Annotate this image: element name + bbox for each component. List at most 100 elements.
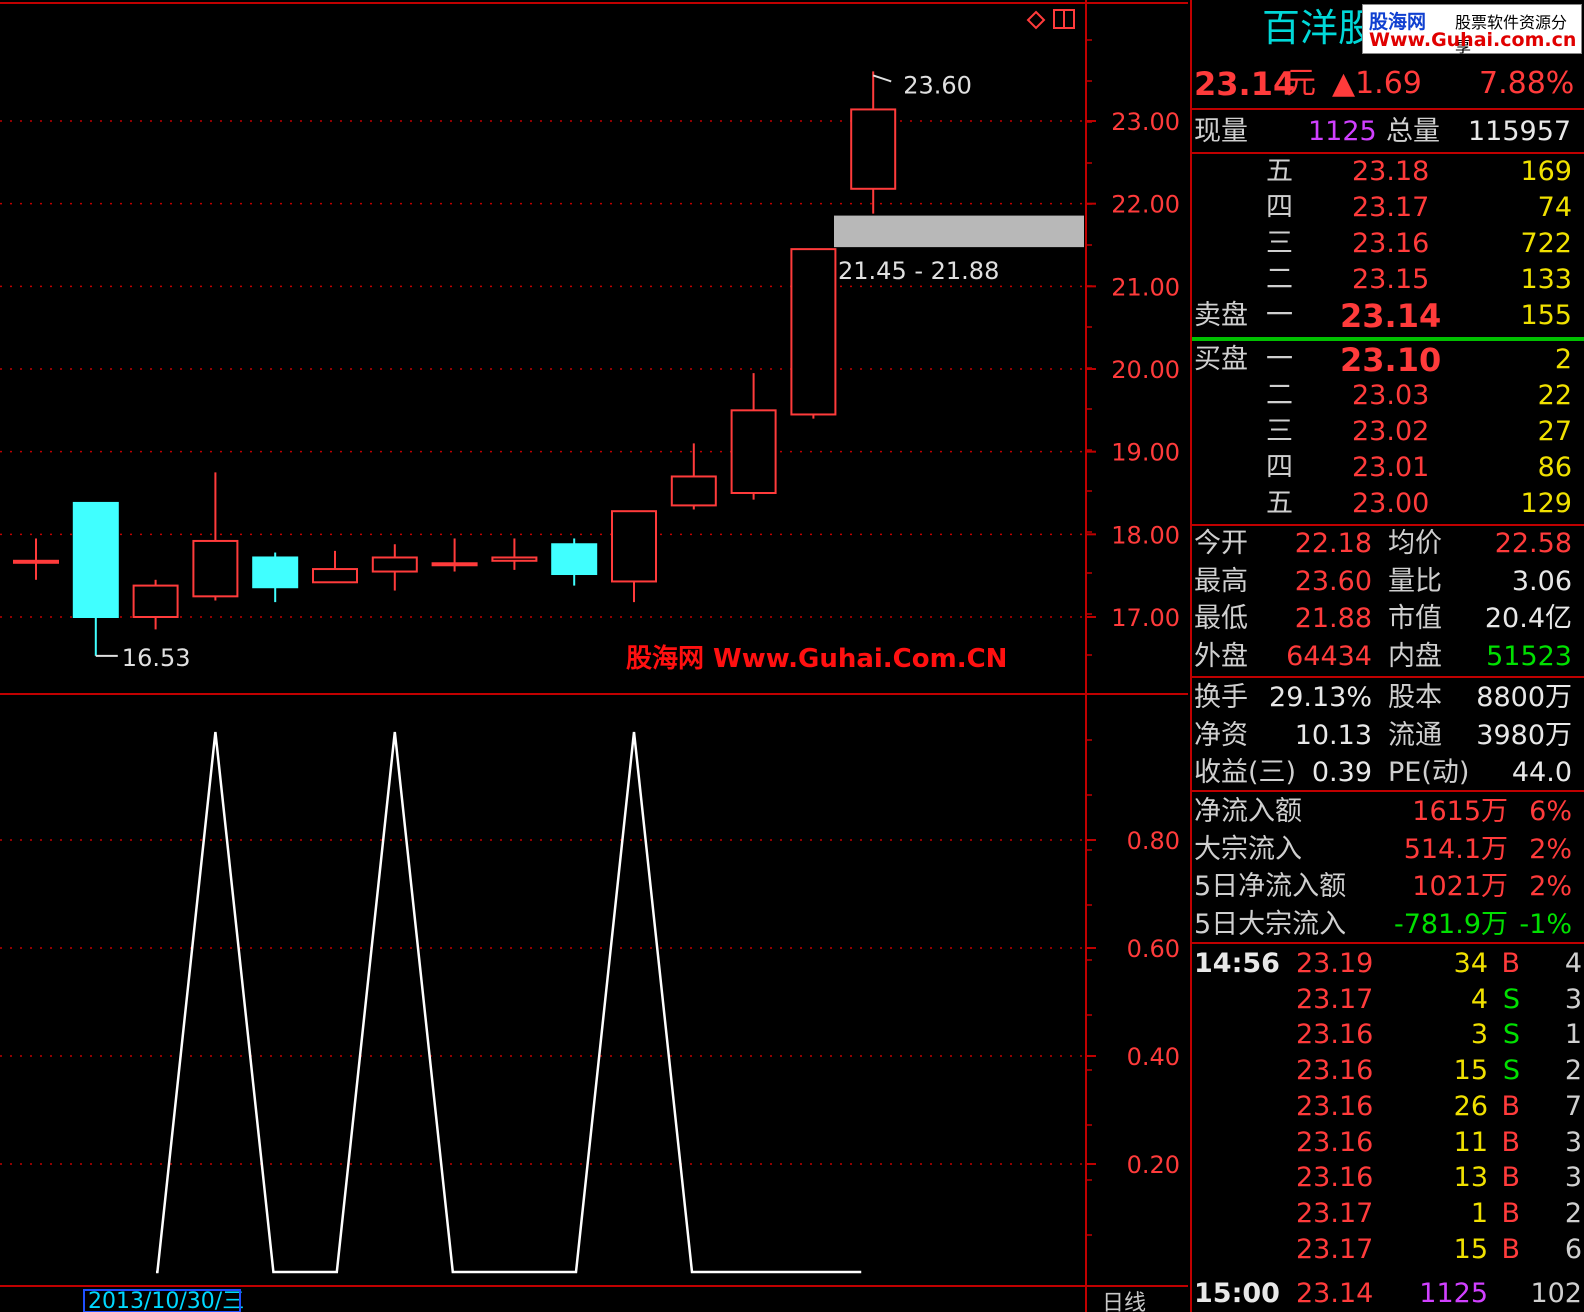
tick-row[interactable]: 23.16 3 S 1	[1192, 1017, 1584, 1053]
tick-side: S	[1502, 1055, 1520, 1087]
ask-price: 23.17	[1352, 192, 1430, 223]
stat-row: 最高 23.60 量比 3.06	[1192, 564, 1584, 600]
tick-row[interactable]: 23.17 1 B 2	[1192, 1196, 1584, 1232]
bid-price: 23.01	[1352, 452, 1430, 483]
candle-body[interactable]	[850, 108, 897, 190]
stat-label: 最高	[1194, 565, 1248, 597]
tick-row[interactable]: 23.16 11 B 3	[1192, 1125, 1584, 1161]
tick-row[interactable]: 14:56 23.19 34 B 4	[1192, 946, 1584, 982]
buy-label: 买盘	[1194, 344, 1248, 375]
tick-row[interactable]: 15:00 23.14 1125 102	[1192, 1276, 1584, 1312]
now-volume-label: 现量	[1194, 116, 1248, 147]
tick-count: 102	[1530, 1278, 1582, 1309]
candle-body[interactable]	[192, 539, 239, 598]
tick-price: 23.16	[1296, 1090, 1374, 1122]
stat-label: 均价	[1388, 528, 1442, 559]
stat-label: 换手	[1194, 682, 1248, 713]
stat-value: 23.60	[1294, 565, 1372, 597]
tick-time: 14:56	[1194, 948, 1280, 979]
candle-body[interactable]	[730, 409, 777, 495]
bid-level: 四	[1266, 452, 1293, 483]
kline-chart-area[interactable]: 23.00 22.00 21.00 20.00 19.00 18.00 17.00 21.45…	[0, 0, 1188, 1312]
tick-price: 23.16	[1296, 1126, 1374, 1158]
tick-count: 1	[1564, 1019, 1582, 1051]
indicator-tick-label: 0.60	[1127, 935, 1180, 963]
candle-body[interactable]	[670, 475, 717, 507]
stat-value: 22.58	[1494, 528, 1572, 559]
flow-pct: 2%	[1529, 833, 1572, 865]
ask-level: 一	[1266, 300, 1293, 331]
sell-label: 卖盘	[1194, 300, 1248, 331]
tick-row[interactable]: 23.16 13 B 3	[1192, 1160, 1584, 1196]
bid-row: 二 23.03 22	[1192, 378, 1584, 414]
stat-label: 最低	[1194, 603, 1248, 634]
chart-canvas[interactable]: 23.00 22.00 21.00 20.00 19.00 18.00 17.00 21.45…	[0, 0, 1188, 1312]
stat-value: 64434	[1286, 640, 1372, 672]
tick-count: 7	[1564, 1090, 1582, 1122]
tick-volume: 1	[1470, 1197, 1488, 1229]
bid-price: 23.02	[1352, 416, 1430, 447]
tick-row[interactable]: 23.16 15 S 2	[1192, 1053, 1584, 1089]
tick-price: 23.16	[1296, 1055, 1374, 1087]
candle-body[interactable]	[551, 543, 598, 576]
flow-label: 5日净流入额	[1194, 871, 1347, 902]
ask-level: 二	[1266, 264, 1293, 295]
stat-label: 外盘	[1194, 640, 1248, 672]
price-tick-label: 23.00	[1111, 108, 1180, 136]
stat-value: 44.0	[1511, 757, 1572, 788]
candle-body[interactable]	[252, 556, 299, 589]
center-watermark: 股海网 Www.Guhai.Com.CN	[626, 644, 1008, 674]
tick-row[interactable]: 23.16 26 B 7	[1192, 1089, 1584, 1125]
site-watermark-badge: 股海网 股票软件资源分享 Www.Guhai.com.cn	[1362, 4, 1582, 56]
candle-body[interactable]	[371, 556, 418, 573]
tick-price: 23.16	[1296, 1162, 1374, 1194]
candle-body[interactable]	[790, 248, 837, 416]
tick-count: 2	[1564, 1055, 1582, 1087]
flow-value: 1021万	[1412, 871, 1508, 902]
tick-count: 3	[1564, 1162, 1582, 1194]
bid-volume: 22	[1537, 380, 1572, 411]
tick-volume: 15	[1453, 1055, 1488, 1087]
candle-body[interactable]	[312, 568, 358, 584]
price-tick-label: 20.00	[1111, 356, 1180, 384]
indicator-tick-label: 0.20	[1127, 1151, 1180, 1179]
ask-level: 四	[1266, 192, 1293, 223]
candle-body[interactable]	[72, 501, 119, 619]
low-label: 16.53	[122, 644, 191, 672]
flow-row: 大宗流入 514.1万 2%	[1192, 832, 1584, 868]
tick-volume: 3	[1470, 1019, 1488, 1051]
tick-volume: 26	[1453, 1090, 1488, 1122]
indicator-tick-label: 0.40	[1127, 1043, 1180, 1071]
candle-body[interactable]	[611, 510, 657, 583]
candle-body[interactable]	[491, 556, 538, 562]
tick-count: 2	[1564, 1197, 1582, 1229]
tick-side: B	[1501, 1233, 1520, 1265]
flow-row: 5日净流入额 1021万 2%	[1192, 869, 1584, 905]
tick-side: S	[1502, 1019, 1520, 1051]
price-band	[834, 215, 1084, 248]
bid-row: 四 23.01 86	[1192, 450, 1584, 486]
flow-row: 5日大宗流入 -781.9万 -1%	[1192, 907, 1584, 943]
candle-body[interactable]	[13, 559, 59, 564]
ask-row: 四 23.17 74	[1192, 190, 1584, 226]
tick-row[interactable]: 23.17 15 B 6	[1192, 1232, 1584, 1268]
tick-volume: 11	[1453, 1126, 1488, 1158]
bid-level: 一	[1266, 344, 1293, 375]
flow-label: 大宗流入	[1194, 833, 1302, 865]
bid-volume: 86	[1537, 452, 1572, 483]
candle-body[interactable]	[431, 562, 478, 567]
flow-value: -781.9万	[1393, 908, 1508, 940]
price-tick-label: 19.00	[1111, 439, 1180, 467]
diamond-icon[interactable]	[1026, 10, 1046, 30]
indicator-line[interactable]	[156, 731, 862, 1274]
now-volume: 1125	[1308, 116, 1377, 147]
tick-volume: 34	[1453, 948, 1488, 979]
candle-body[interactable]	[132, 584, 179, 619]
price-tick-label: 21.00	[1111, 273, 1180, 301]
stat-value: 20.4亿	[1484, 603, 1572, 634]
bid-level: 三	[1266, 416, 1293, 447]
tick-count: 4	[1564, 948, 1582, 979]
tick-row[interactable]: 23.17 4 S 3	[1192, 982, 1584, 1018]
high-label: 23.60	[903, 71, 972, 99]
period-label[interactable]: 日线	[1102, 1291, 1146, 1312]
